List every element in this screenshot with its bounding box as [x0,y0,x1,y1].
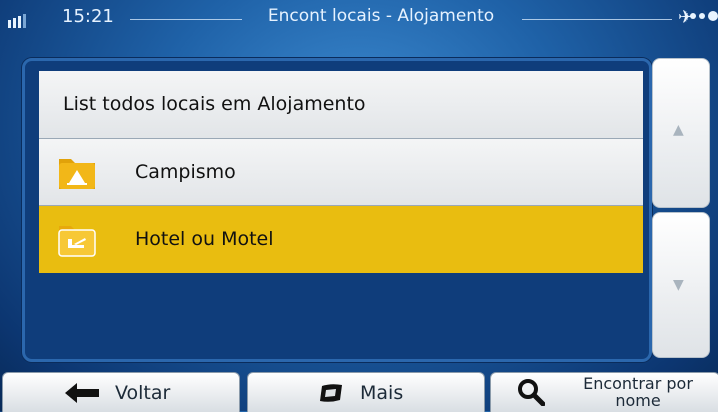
search-icon [518,379,545,406]
back-label: Voltar [115,382,171,404]
list-item-campismo[interactable]: Campismo [39,139,643,206]
back-button[interactable]: Voltar [2,372,240,412]
screen-title: Encont locais - Alojamento [267,6,495,26]
divider [130,19,242,20]
bed-folder-icon [58,226,96,257]
signal-strength-icon [8,14,26,28]
scroll-down-button[interactable]: ▼ [652,212,710,358]
arrow-left-icon [65,383,99,403]
tent-folder-icon [59,159,95,189]
category-list: List todos locais em Alojamento Campismo… [22,58,652,362]
more-label: Mais [360,382,404,404]
more-button[interactable]: Mais [247,372,485,412]
find-by-name-button[interactable]: Encontrar por nome [490,372,718,412]
gps-status-icon [690,11,718,21]
divider [522,19,672,20]
scroll-up-button[interactable]: ▲ [652,58,710,208]
chevron-down-icon: ▼ [673,277,684,293]
list-item-label: Campismo [135,161,236,183]
list-item-hotel[interactable]: Hotel ou Motel [39,206,643,273]
find-by-name-label: Encontrar por nome [563,375,713,409]
status-bar: 15:21 Encont locais - Alojamento ✈ [0,0,718,40]
chevron-up-icon: ▲ [673,122,684,138]
list-item-label: Hotel ou Motel [135,228,274,250]
clock: 15:21 [62,6,114,27]
list-all-label: List todos locais em Alojamento [63,93,366,115]
list-all-row[interactable]: List todos locais em Alojamento [39,71,643,139]
find-label-line2: nome [615,391,661,410]
more-square-icon [320,384,342,402]
